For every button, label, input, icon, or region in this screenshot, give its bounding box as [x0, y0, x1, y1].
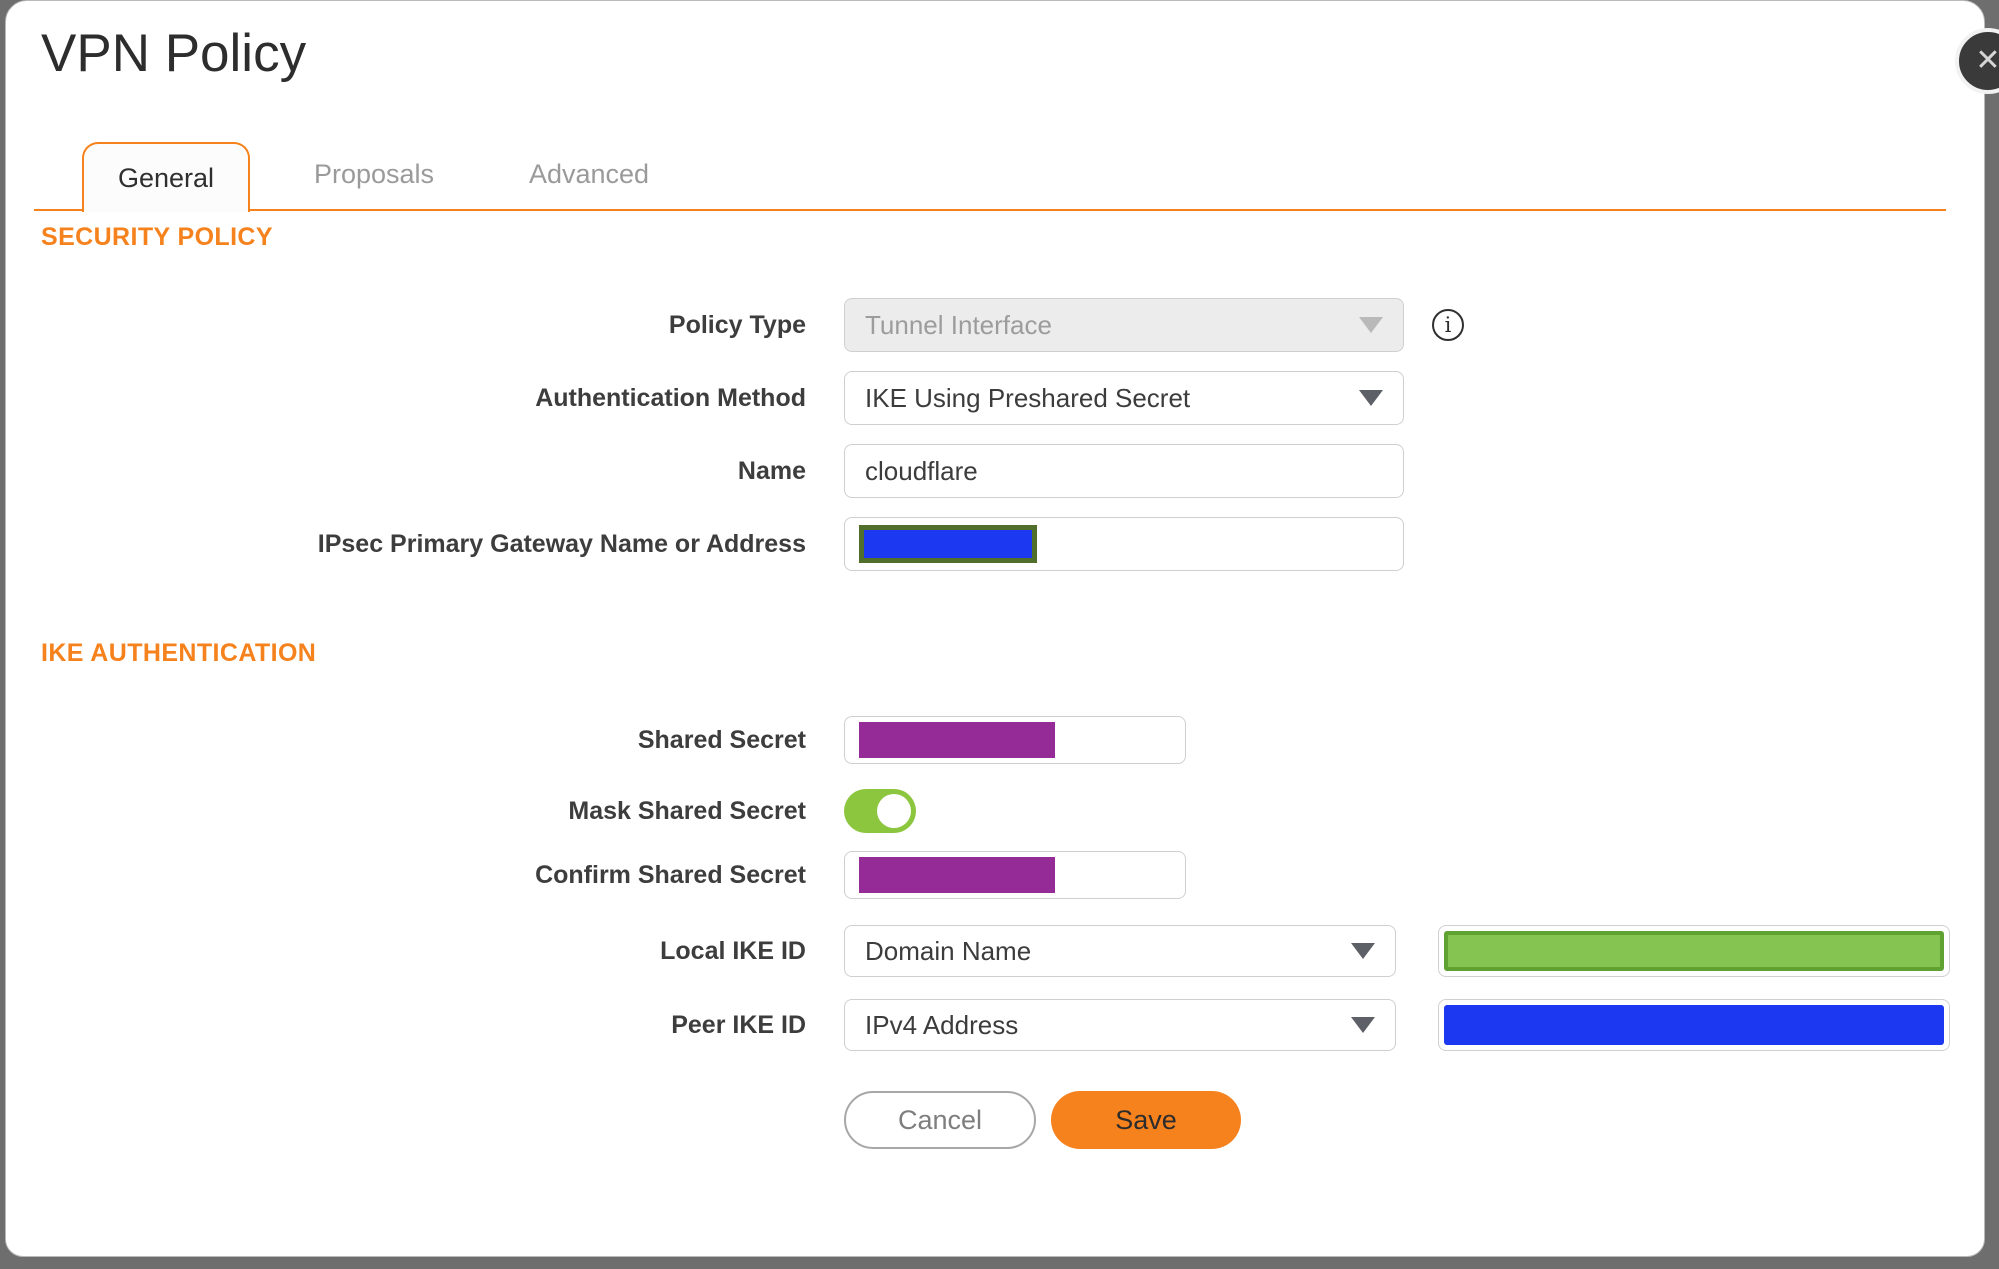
close-icon: ✕ [1975, 44, 1999, 77]
confirm-shared-secret-redaction [859, 857, 1055, 893]
authentication-method-value: IKE Using Preshared Secret [865, 382, 1191, 413]
tab-advanced[interactable]: Advanced [521, 159, 657, 190]
chevron-down-icon [1359, 390, 1383, 406]
page-title: VPN Policy [41, 24, 307, 83]
confirm-shared-secret-row: Confirm Shared Secret [6, 851, 1186, 899]
name-input[interactable] [844, 444, 1404, 498]
tab-general-label: General [117, 162, 215, 193]
mask-shared-secret-row: Mask Shared Secret [6, 789, 916, 833]
local-ike-id-row: Local IKE ID Domain Name [6, 925, 1396, 977]
local-ike-id-redaction [1444, 931, 1944, 971]
gateway-label: IPsec Primary Gateway Name or Address [317, 529, 806, 558]
shared-secret-row: Shared Secret [6, 716, 1186, 764]
confirm-shared-secret-label: Confirm Shared Secret [535, 860, 806, 889]
peer-ike-id-value-input[interactable] [1438, 999, 1950, 1051]
mask-shared-secret-toggle[interactable] [844, 789, 916, 833]
local-ike-id-label: Local IKE ID [660, 936, 806, 965]
shared-secret-redaction [859, 722, 1055, 758]
cancel-button[interactable]: Cancel [844, 1091, 1036, 1149]
gateway-redaction [859, 525, 1037, 563]
confirm-shared-secret-input[interactable] [844, 851, 1186, 899]
toggle-knob [877, 794, 911, 828]
local-ike-id-type-select[interactable]: Domain Name [844, 925, 1396, 977]
tab-general[interactable]: General [82, 142, 250, 212]
chevron-down-icon [1359, 317, 1383, 333]
name-label: Name [737, 456, 806, 485]
gateway-row: IPsec Primary Gateway Name or Address [6, 517, 1404, 571]
vpn-policy-dialog: VPN Policy General Proposals Advanced SE… [5, 0, 1985, 1257]
authentication-method-select[interactable]: IKE Using Preshared Secret [844, 371, 1404, 425]
section-security-policy: SECURITY POLICY [41, 223, 273, 251]
gateway-input[interactable] [844, 517, 1404, 571]
authentication-method-label: Authentication Method [535, 383, 806, 412]
info-icon[interactable]: i [1432, 309, 1464, 341]
policy-type-select[interactable]: Tunnel Interface [844, 298, 1404, 352]
peer-ike-id-label: Peer IKE ID [671, 1010, 806, 1039]
chevron-down-icon [1351, 943, 1375, 959]
tab-underline [34, 209, 1946, 211]
local-ike-id-type-value: Domain Name [865, 935, 1032, 966]
tab-proposals[interactable]: Proposals [306, 159, 442, 190]
modal-overlay: VPN Policy General Proposals Advanced SE… [0, 0, 1999, 1269]
save-button[interactable]: Save [1051, 1091, 1241, 1149]
peer-ike-id-row: Peer IKE ID IPv4 Address [6, 999, 1396, 1051]
section-ike-authentication: IKE AUTHENTICATION [41, 639, 317, 667]
mask-shared-secret-label: Mask Shared Secret [568, 796, 806, 825]
authentication-method-row: Authentication Method IKE Using Preshare… [6, 371, 1404, 425]
chevron-down-icon [1351, 1017, 1375, 1033]
peer-ike-id-type-select[interactable]: IPv4 Address [844, 999, 1396, 1051]
policy-type-row: Policy Type Tunnel Interface [6, 298, 1404, 352]
peer-ike-id-type-value: IPv4 Address [865, 1009, 1019, 1040]
peer-ike-id-redaction [1444, 1005, 1944, 1045]
name-row: Name [6, 444, 1404, 498]
shared-secret-label: Shared Secret [637, 725, 806, 754]
policy-type-label: Policy Type [668, 310, 806, 339]
shared-secret-input[interactable] [844, 716, 1186, 764]
local-ike-id-value-input[interactable] [1438, 925, 1950, 977]
policy-type-value: Tunnel Interface [865, 309, 1052, 340]
